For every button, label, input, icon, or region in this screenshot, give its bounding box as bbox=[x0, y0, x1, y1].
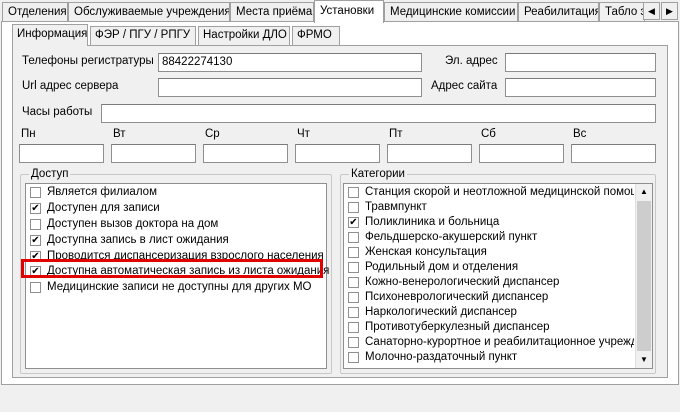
category-item-label: Родильный дом и отделения bbox=[365, 261, 519, 273]
phones-field[interactable]: 88422274130 bbox=[158, 53, 422, 72]
day-label-thu: Чт bbox=[297, 128, 310, 140]
checkbox[interactable] bbox=[348, 277, 359, 288]
access-item-label: Доступен для записи bbox=[47, 202, 160, 214]
checkbox[interactable]: ✔ bbox=[30, 203, 41, 214]
day-field-wed[interactable] bbox=[203, 144, 288, 163]
highlight-box bbox=[21, 259, 323, 278]
categories-group: Категории Станция скорой и неотложной ме… bbox=[340, 167, 656, 374]
categories-group-title: Категории bbox=[349, 167, 407, 181]
category-item-label: Противотуберкулезный диспансер bbox=[365, 321, 550, 333]
day-field-mon[interactable] bbox=[19, 144, 104, 163]
day-label-mon: Пн bbox=[21, 128, 36, 140]
subtab-information[interactable]: Информация bbox=[12, 24, 88, 46]
access-group-title: Доступ bbox=[29, 167, 71, 181]
category-item-label: Наркологический диспансер bbox=[365, 306, 517, 318]
scrollbar-thumb[interactable] bbox=[637, 201, 651, 351]
checkbox[interactable] bbox=[348, 337, 359, 348]
access-item-label: Медицинские записи не доступны для други… bbox=[47, 281, 312, 293]
tab-rehabilitation[interactable]: Реабилитация bbox=[518, 2, 599, 22]
checkbox[interactable] bbox=[30, 219, 41, 230]
access-item-label: Доступна запись в лист ожидания bbox=[47, 234, 229, 246]
category-item-label: Санаторно-курортное и реабилитационное у… bbox=[365, 336, 634, 348]
day-label-tue: Вт bbox=[113, 128, 126, 140]
main-tab-strip: Отделения Обслуживаемые учреждения Места… bbox=[0, 0, 680, 23]
tab-departments[interactable]: Отделения bbox=[2, 2, 68, 22]
phones-label: Телефоны регистратуры bbox=[22, 55, 154, 67]
server-url-label: Url адрес сервера bbox=[22, 80, 119, 92]
subtab-frmo[interactable]: ФРМО bbox=[292, 26, 340, 45]
category-item-label: Станция скорой и неотложной медицинской … bbox=[365, 186, 634, 198]
category-item[interactable]: Станция скорой и неотложной медицинской … bbox=[348, 185, 634, 200]
checkbox[interactable] bbox=[30, 187, 41, 198]
day-label-sun: Вс bbox=[573, 128, 587, 140]
checkbox[interactable] bbox=[348, 322, 359, 333]
access-item-label: Является филиалом bbox=[47, 186, 157, 198]
day-field-thu[interactable] bbox=[295, 144, 380, 163]
subtab-dlo-settings[interactable]: Настройки ДЛО bbox=[198, 26, 290, 45]
checkbox[interactable] bbox=[348, 352, 359, 363]
category-item-label: Травмпункт bbox=[365, 201, 427, 213]
checkbox[interactable] bbox=[348, 247, 359, 258]
checkbox[interactable] bbox=[348, 292, 359, 303]
day-field-sat[interactable] bbox=[479, 144, 564, 163]
category-item-label: Молочно-раздаточный пункт bbox=[365, 351, 518, 363]
day-field-tue[interactable] bbox=[111, 144, 196, 163]
email-label: Эл. адрес bbox=[445, 55, 498, 67]
categories-checklist: Станция скорой и неотложной медицинской … bbox=[343, 183, 653, 369]
scroll-left-icon[interactable]: ◀ bbox=[643, 2, 660, 20]
category-item-label: Психоневрологический диспансер bbox=[365, 291, 549, 303]
day-field-fri[interactable] bbox=[387, 144, 472, 163]
scroll-right-icon[interactable]: ▶ bbox=[661, 2, 678, 20]
checkbox[interactable] bbox=[30, 282, 41, 293]
scroll-up-icon[interactable]: ▲ bbox=[636, 184, 652, 200]
hours-label: Часы работы bbox=[22, 106, 93, 118]
day-label-fri: Пт bbox=[389, 128, 403, 140]
checkbox[interactable]: ✔ bbox=[348, 217, 359, 228]
site-field[interactable] bbox=[505, 78, 656, 97]
category-item-label: Фельдшерско-акушерский пункт bbox=[365, 231, 538, 243]
site-label: Адрес сайта bbox=[431, 80, 498, 92]
day-label-wed: Ср bbox=[205, 128, 220, 140]
category-item-label: Женская консультация bbox=[365, 246, 487, 258]
checkbox[interactable] bbox=[348, 187, 359, 198]
tab-served-institutions[interactable]: Обслуживаемые учреждения bbox=[68, 2, 230, 22]
day-label-sat: Сб bbox=[481, 128, 496, 140]
category-item-label: Поликлиника и больница bbox=[365, 216, 500, 228]
checkbox[interactable]: ✔ bbox=[30, 235, 41, 246]
tab-medical-commissions[interactable]: Медицинские комиссии bbox=[384, 2, 518, 22]
checkbox[interactable] bbox=[348, 262, 359, 273]
category-item[interactable]: Санаторно-курортное и реабилитационное у… bbox=[348, 335, 634, 350]
server-url-field[interactable] bbox=[158, 78, 422, 97]
email-field[interactable] bbox=[505, 53, 656, 72]
subtab-fer-pgu-rpgu[interactable]: ФЭР / ПГУ / РПГУ bbox=[90, 26, 196, 45]
access-item-label: Доступен вызов доктора на дом bbox=[47, 218, 219, 230]
checkbox[interactable] bbox=[348, 307, 359, 318]
tab-settings[interactable]: Установки bbox=[314, 0, 384, 23]
checkbox[interactable] bbox=[348, 202, 359, 213]
tab-scroll-controls: ◀ ▶ bbox=[643, 2, 680, 20]
hours-field[interactable] bbox=[101, 104, 656, 123]
checkbox[interactable] bbox=[348, 232, 359, 243]
categories-scrollbar[interactable]: ▲ ▼ bbox=[635, 184, 652, 368]
category-item-label: Кожно-венерологический диспансер bbox=[365, 276, 560, 288]
tab-reception-places[interactable]: Места приёма bbox=[230, 2, 314, 22]
tab-display-board[interactable]: Табло эл bbox=[599, 2, 645, 22]
day-field-sun[interactable] bbox=[571, 144, 656, 163]
scroll-down-icon[interactable]: ▼ bbox=[636, 352, 652, 368]
